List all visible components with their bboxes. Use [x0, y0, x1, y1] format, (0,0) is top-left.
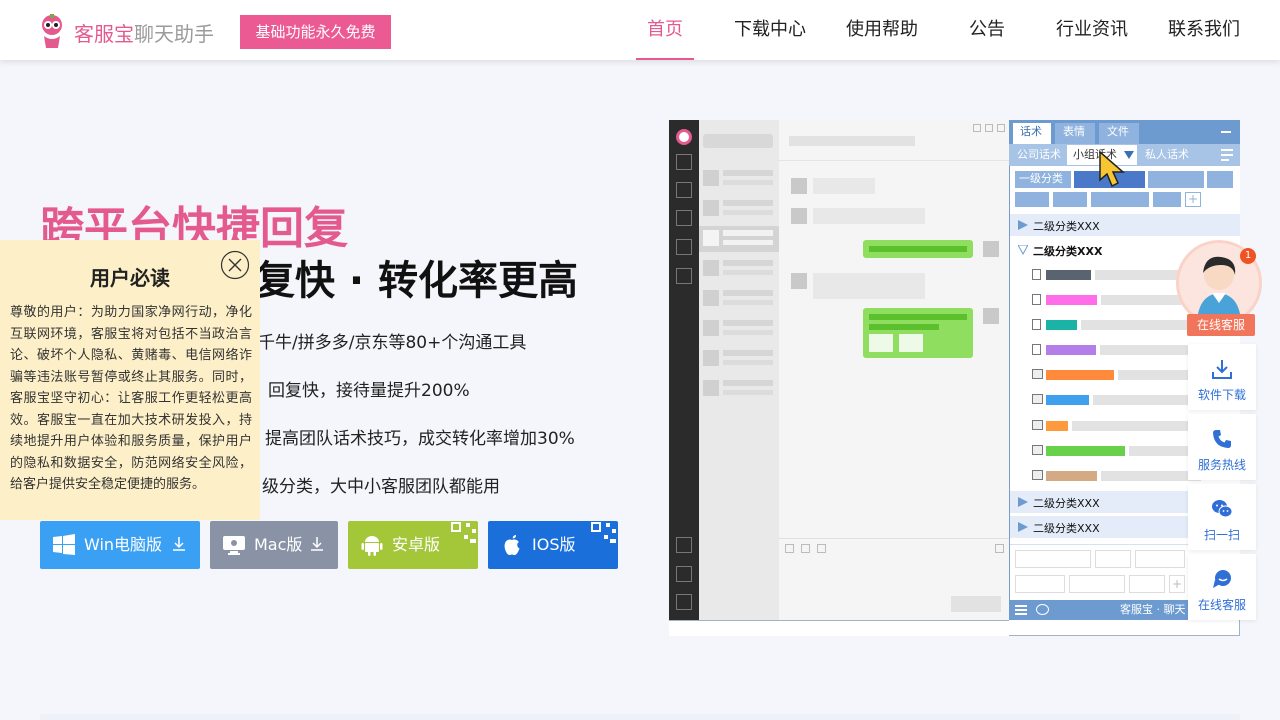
win-download-label: Win电脑版 [84, 535, 163, 554]
mac-monitor-icon [223, 536, 245, 555]
side-online-service[interactable]: 在线客服 [1188, 554, 1256, 620]
caret-right-icon [1018, 220, 1028, 230]
notice-body: 尊敬的用户：为助力国家净网行动，净化互联网环境，客服宝将对包括不当政治言论、破坏… [10, 305, 252, 492]
feature-item: 千牛/拼多多/京东等80+个沟通工具 [258, 333, 527, 353]
site-header: 客服宝聊天助手 基础功能永久免费 首页 下载中心 使用帮助 公告 行业资讯 联系… [0, 0, 1280, 60]
qr-code-icon[interactable] [450, 521, 478, 549]
brand-main: 客服宝 [74, 22, 134, 46]
brand-name[interactable]: 客服宝聊天助手 [74, 18, 214, 47]
mockup-subtab-company: 公司话术 [1017, 148, 1061, 161]
side-scan-label: 扫一扫 [1203, 528, 1240, 542]
nav-download-center[interactable]: 下载中心 [730, 0, 810, 60]
mockup-footer: 客服宝 · 聊天 [1120, 603, 1186, 616]
wechat-icon [1212, 500, 1233, 518]
user-notice-popup: 用户必读 尊敬的用户：为助力国家净网行动，净化互联网环境，客服宝将对包括不当政治… [0, 240, 260, 520]
ios-download-label: IOS版 [532, 535, 576, 554]
chat-bubble-icon [1213, 570, 1231, 588]
hero-subtitle: 复快 · 转化率更高 [255, 258, 579, 304]
close-icon[interactable] [220, 250, 250, 280]
android-icon [361, 536, 383, 556]
feature-item: 回复快，接待量提升200% [268, 381, 470, 401]
nav-help[interactable]: 使用帮助 [842, 0, 922, 60]
apple-icon [504, 535, 520, 555]
online-service-tag[interactable]: 在线客服 [1187, 314, 1255, 336]
mockup-tab-emoji: 表情 [1063, 125, 1085, 138]
download-arrow-icon [173, 537, 185, 551]
feature-item: 提高团队话术技巧，成交转化率增加30% [265, 429, 575, 449]
windows-icon [53, 534, 75, 555]
mockup-level2: 二级分类XXX [1033, 245, 1103, 258]
app-mockup-illustration: 话术 表情 文件 公司话术 小组话术 私人话术 一级分类 + 二级分类XXX 二… [669, 120, 1240, 636]
nav-announcement[interactable]: 公告 [960, 0, 1014, 60]
caret-right-icon [1018, 497, 1028, 507]
qr-code-icon[interactable] [590, 521, 618, 549]
mockup-level2: 二级分类XXX [1033, 220, 1100, 233]
side-scan-wechat[interactable]: 扫一扫 [1188, 484, 1256, 550]
nav-home[interactable]: 首页 [636, 0, 694, 60]
mac-download-label: Mac版 [254, 535, 303, 554]
mockup-subtab-private: 私人话术 [1145, 148, 1189, 161]
mockup-level2: 二级分类XXX [1033, 522, 1100, 535]
mockup-tab-script: 话术 [1020, 125, 1042, 138]
phone-icon [1213, 430, 1231, 448]
side-software-download-label: 软件下载 [1197, 388, 1246, 402]
android-download-label: 安卓版 [392, 535, 441, 554]
free-badge[interactable]: 基础功能永久免费 [240, 15, 391, 49]
mac-download-button[interactable]: Mac版 [210, 521, 338, 569]
download-arrow-icon [311, 537, 323, 551]
nav-contact[interactable]: 联系我们 [1164, 0, 1244, 60]
mockup-level2: 二级分类XXX [1033, 497, 1100, 510]
win-download-button[interactable]: Win电脑版 [40, 521, 200, 569]
feature-item: 级分类，大中小客服团队都能用 [262, 477, 500, 497]
nav-industry-news[interactable]: 行业资讯 [1052, 0, 1132, 60]
side-service-hotline-label: 服务热线 [1197, 458, 1246, 472]
section-divider [40, 714, 1240, 720]
download-icon [1212, 360, 1232, 379]
side-online-service-label: 在线客服 [1197, 598, 1246, 612]
mockup-level1-tag: 一级分类 [1019, 172, 1063, 185]
caret-down-outline-icon [1018, 245, 1028, 255]
brand-sub: 聊天助手 [134, 22, 214, 46]
notification-badge: 1 [1240, 248, 1256, 264]
mascot-logo-icon[interactable] [38, 12, 66, 52]
pointer-cursor-icon [1099, 150, 1126, 188]
mockup-tab-file: 文件 [1107, 125, 1129, 138]
side-software-download[interactable]: 软件下载 [1188, 344, 1256, 410]
caret-right-icon [1018, 522, 1028, 532]
side-service-hotline[interactable]: 服务热线 [1188, 414, 1256, 480]
